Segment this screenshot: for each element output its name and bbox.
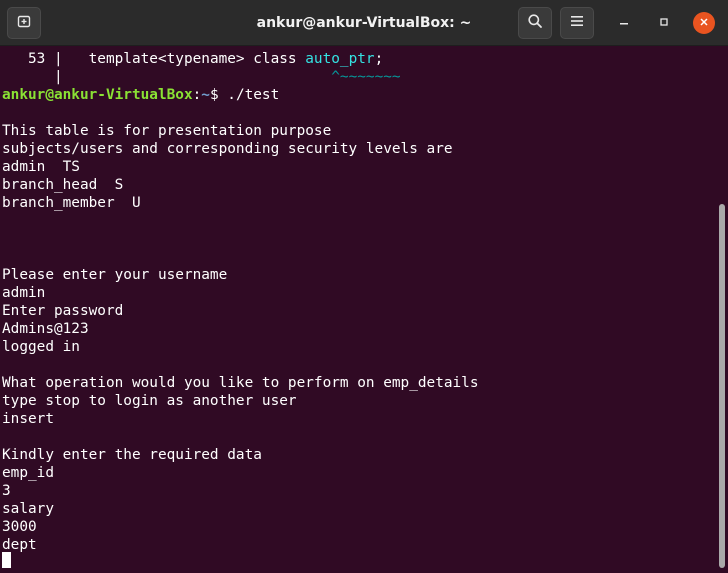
output-line: admin — [2, 285, 46, 301]
hamburger-menu-icon — [570, 14, 584, 33]
command-text: ./test — [227, 87, 280, 103]
output-line: 3 — [2, 483, 11, 499]
minimize-button[interactable] — [613, 12, 635, 34]
new-tab-button[interactable] — [7, 7, 41, 39]
caret-marker: ^~~~~~~~ — [331, 69, 401, 85]
terminal-window: ankur@ankur-VirtualBox: ~ 53 | template<… — [0, 0, 728, 573]
prompt-symbol: $ — [209, 87, 228, 103]
compiler-note-caret-line: | ^~~~~~~~ — [2, 68, 401, 86]
output-line: branch_head S — [2, 177, 124, 193]
minimize-icon — [619, 14, 629, 32]
line-number: 53 | — [2, 51, 63, 67]
prompt-separator: : — [192, 87, 202, 103]
code-highlight: auto_ptr — [305, 51, 375, 67]
output-line: Admins@123 — [2, 321, 89, 337]
title-bar: ankur@ankur-VirtualBox: ~ — [0, 0, 728, 46]
output-line: Kindly enter the required data — [2, 447, 262, 463]
scrollbar[interactable] — [719, 204, 725, 568]
output-line: admin TS — [2, 159, 80, 175]
close-button[interactable] — [693, 12, 715, 34]
output-line: insert — [2, 411, 54, 427]
maximize-button[interactable] — [653, 12, 675, 34]
terminal-output[interactable]: 53 | template<typename> class auto_ptr; … — [0, 46, 728, 573]
output-line: This table is for presentation purpose — [2, 123, 332, 139]
compiler-note-code-line: 53 | template<typename> class auto_ptr; — [2, 50, 383, 68]
code-text-end: ; — [374, 51, 384, 67]
new-tab-icon — [16, 13, 32, 34]
output-line: emp_id — [2, 465, 54, 481]
output-line: salary — [2, 501, 54, 517]
gutter: | — [2, 69, 63, 85]
search-button[interactable] — [518, 7, 552, 39]
code-text: template<typename> class — [62, 51, 306, 67]
search-icon — [527, 13, 543, 34]
maximize-icon — [659, 14, 669, 32]
output-line: Please enter your username — [2, 267, 228, 283]
prompt-path: ~ — [201, 87, 210, 103]
output-line: logged in — [2, 339, 80, 355]
prompt-line: ankur@ankur-VirtualBox:~$ ./test — [2, 86, 279, 104]
output-line: type stop to login as another user — [2, 393, 297, 409]
output-line: 3000 — [2, 519, 37, 535]
menu-button[interactable] — [560, 7, 594, 39]
caret-padding — [63, 69, 332, 85]
output-line: What operation would you like to perform… — [2, 375, 479, 391]
output-line: subjects/users and corresponding securit… — [2, 141, 453, 157]
text-cursor — [2, 552, 11, 568]
prompt-user-host: ankur@ankur-VirtualBox — [2, 87, 193, 103]
output-line: Enter password — [2, 303, 124, 319]
close-icon — [699, 14, 709, 32]
output-line: branch_member U — [2, 195, 141, 211]
